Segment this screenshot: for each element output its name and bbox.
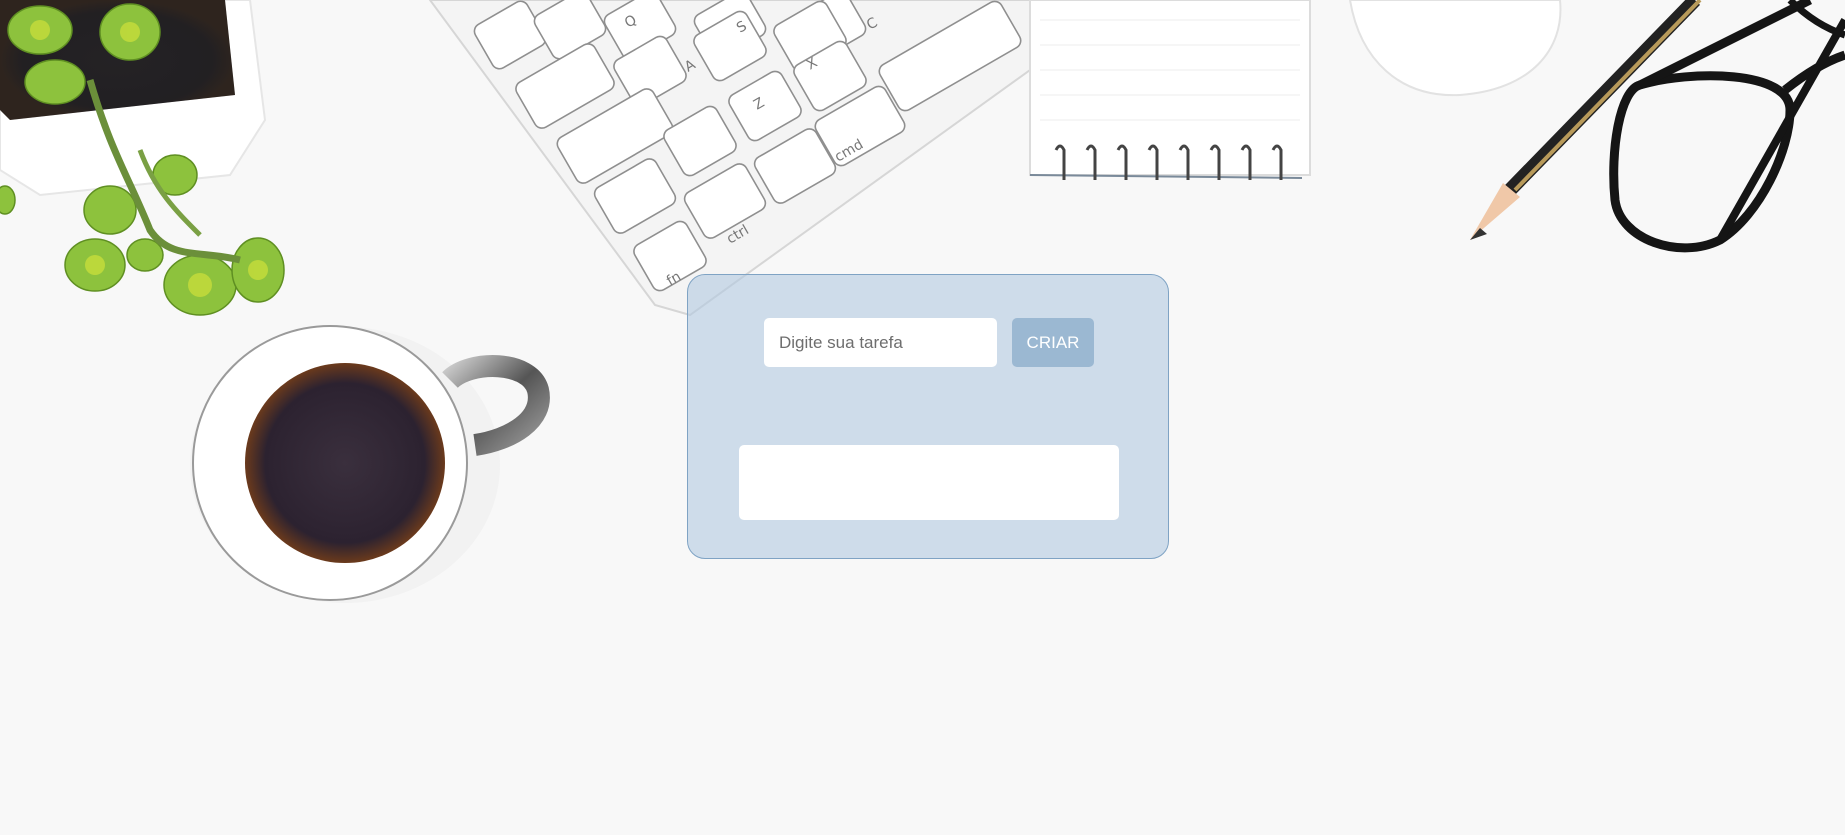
task-list	[739, 445, 1119, 520]
mouse-image	[1348, 0, 1562, 97]
notepad-image	[1029, 0, 1311, 180]
potted-plant-image	[0, 0, 285, 316]
coffee-cup-image	[190, 325, 550, 603]
glasses-image	[1609, 0, 1845, 253]
task-input[interactable]	[764, 318, 997, 367]
create-button[interactable]: CRIAR	[1012, 318, 1094, 367]
keyboard-image: Q S A C X Z cmd ctrl fn	[428, 0, 1042, 317]
todo-card: CRIAR	[687, 274, 1169, 559]
